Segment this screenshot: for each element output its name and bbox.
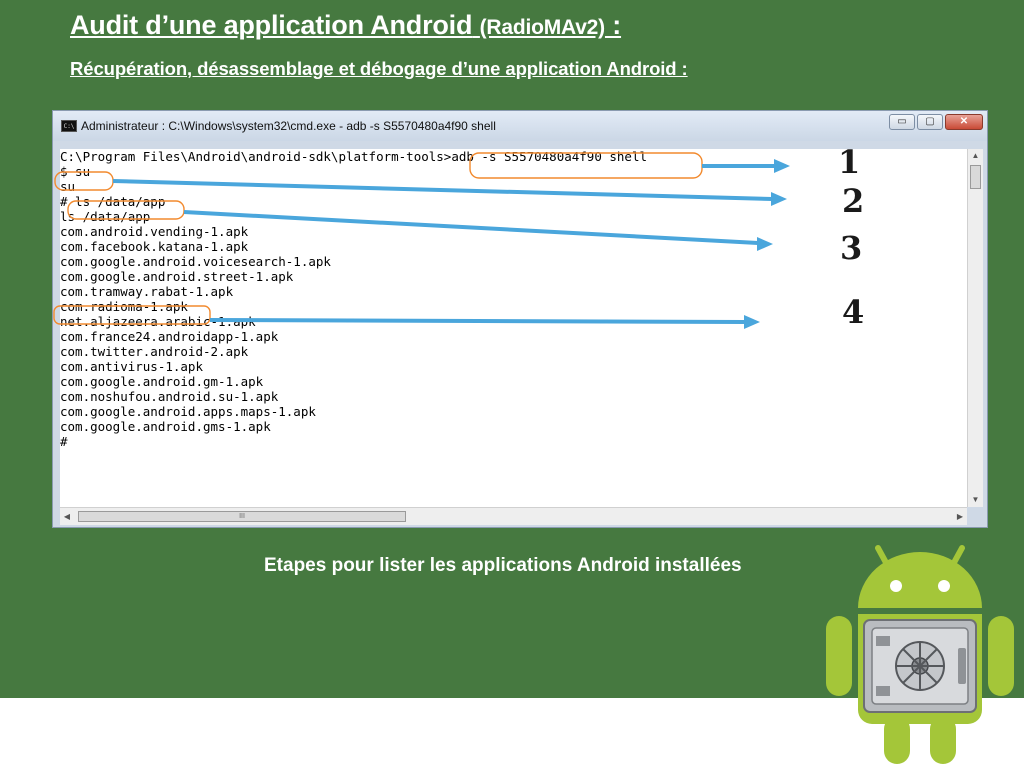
horizontal-scroll-thumb[interactable]: III	[78, 511, 406, 522]
console-line: C:\Program Files\Android\android-sdk\pla…	[60, 149, 647, 164]
vertical-scrollbar[interactable]: ▲ ▼	[967, 149, 983, 507]
title-main: Audit d’une application Android	[70, 10, 473, 40]
scroll-right-icon[interactable]: ▶	[953, 508, 967, 525]
slide-title: Audit d’une application Android (RadioMA…	[70, 10, 621, 41]
console-line: com.google.android.voicesearch-1.apk	[60, 254, 331, 269]
console-line: com.radioma-1.apk	[60, 299, 188, 314]
window-title: Administrateur : C:\Windows\system32\cmd…	[81, 119, 496, 133]
scroll-up-icon[interactable]: ▲	[968, 149, 983, 163]
console-line: com.france24.androidapp-1.apk	[60, 329, 279, 344]
scroll-left-icon[interactable]: ◀	[60, 508, 74, 525]
title-colon: :	[604, 10, 622, 40]
step-number-3: 3	[840, 229, 863, 267]
step-number-1: 1	[838, 143, 861, 181]
vertical-scroll-thumb[interactable]	[970, 165, 981, 189]
console-line: com.noshufou.android.su-1.apk	[60, 389, 279, 404]
horizontal-scrollbar[interactable]: ◀ III ▶	[60, 507, 967, 525]
console-line: com.google.android.street-1.apk	[60, 269, 294, 284]
console-line: com.tramway.rabat-1.apk	[60, 284, 234, 299]
console-line: com.google.android.gms-1.apk	[60, 419, 271, 434]
step-number-2: 2	[842, 182, 865, 220]
console-line: $ su	[60, 164, 91, 179]
scroll-down-icon[interactable]: ▼	[968, 493, 983, 507]
step-number-4: 4	[842, 293, 865, 331]
slide-subtitle: Récupération, désassemblage et débogage …	[70, 58, 688, 79]
slide-caption: Etapes pour lister les applications Andr…	[264, 555, 742, 576]
console-line: com.google.android.gm-1.apk	[60, 374, 264, 389]
console-line: # ls /data/app	[60, 194, 166, 209]
minimize-button[interactable]: ▭	[889, 114, 915, 130]
console-line: ls /data/app	[60, 209, 151, 224]
maximize-button[interactable]: ▢	[917, 114, 943, 130]
window-titlebar[interactable]: C:\ Administrateur : C:\Windows\system32…	[53, 111, 987, 141]
console-output[interactable]: C:\Program Files\Android\android-sdk\pla…	[60, 149, 967, 507]
title-app-name: (RadioMAv2)	[479, 16, 606, 39]
console-lines: C:\Program Files\Android\android-sdk\pla…	[60, 149, 647, 449]
console-line: su	[60, 179, 76, 194]
console-line: com.google.android.apps.maps-1.apk	[60, 404, 316, 419]
console-line: com.antivirus-1.apk	[60, 359, 203, 374]
close-button[interactable]: ✕	[945, 114, 983, 130]
console-line: #	[60, 434, 68, 449]
scroll-grip: III	[239, 513, 245, 520]
cmd-icon[interactable]: C:\	[61, 120, 77, 132]
console-line: net.aljazeera.arabic-1.apk	[60, 314, 256, 329]
console-line: com.android.vending-1.apk	[60, 224, 249, 239]
console-line: com.facebook.katana-1.apk	[60, 239, 249, 254]
console-line: com.twitter.android-2.apk	[60, 344, 249, 359]
android-vault-icon	[826, 545, 1014, 764]
